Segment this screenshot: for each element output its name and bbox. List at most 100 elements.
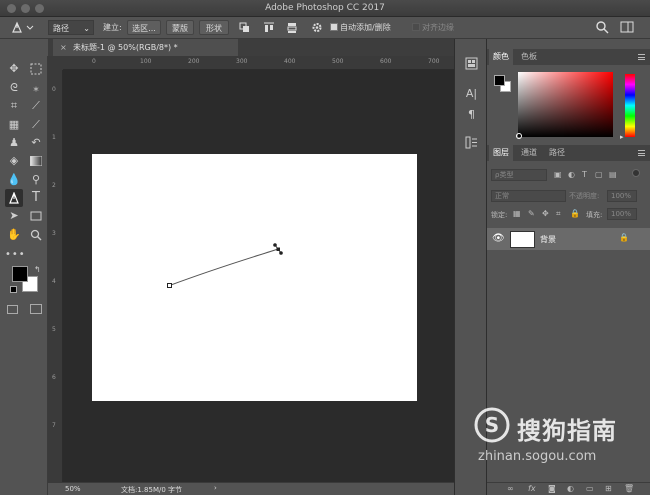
dodge-tool-icon[interactable]: ⚲ (27, 171, 45, 189)
document-canvas[interactable] (92, 154, 417, 401)
hue-slider[interactable] (625, 74, 635, 137)
marquee-tool-icon[interactable] (27, 60, 45, 78)
healing-brush-tool-icon[interactable]: ▦ (5, 116, 23, 134)
eyedropper-tool-icon[interactable]: ⟋ (27, 97, 45, 115)
new-group-icon[interactable]: ▭ (586, 484, 594, 493)
document-tab-strip: × 未标题-1 @ 50%(RGB/8*) * (48, 39, 454, 56)
move-tool-icon[interactable]: ✥ (5, 60, 23, 78)
auto-add-delete-checkbox[interactable]: 自动添加/删除 (330, 20, 391, 35)
make-mask-button[interactable]: 蒙版 (166, 20, 194, 35)
layer-row[interactable]: 👁 背景 🔒 (487, 228, 650, 250)
lock-artboard-icon[interactable]: ⌗ (556, 209, 561, 219)
pen-mode-dropdown[interactable]: 路径 ⌄ (48, 20, 94, 35)
type-filter-icon[interactable]: T (582, 170, 587, 179)
status-bar: 50% 文档:1.85M/0 字节 › (48, 482, 454, 495)
lock-image-icon[interactable]: ✎ (528, 209, 535, 218)
gradient-tool-icon[interactable] (27, 152, 45, 170)
paragraph-panel-icon[interactable]: ¶ (463, 106, 480, 123)
layer-filter-kind-dropdown[interactable]: ρ类型 (491, 169, 547, 181)
type-tool-icon[interactable]: T (27, 189, 45, 207)
anchor-point-selected[interactable] (276, 247, 281, 252)
ruler-origin[interactable] (48, 56, 63, 70)
path-arrangement-icon[interactable] (285, 20, 299, 35)
clone-stamp-tool-icon[interactable]: ♟ (5, 134, 23, 152)
rectangle-tool-icon[interactable] (27, 207, 45, 225)
tab-channels[interactable]: 通道 (517, 145, 541, 161)
search-icon[interactable] (595, 20, 609, 35)
ruler-tick-label: 500 (332, 58, 344, 65)
workspace-switcher-icon[interactable] (620, 20, 634, 35)
tab-color[interactable]: 颜色 (489, 49, 513, 65)
document-tab[interactable]: × 未标题-1 @ 50%(RGB/8*) * (53, 39, 238, 56)
quick-mask-icon[interactable] (7, 305, 18, 314)
panel-menu-icon[interactable] (638, 150, 645, 156)
properties-panel-icon[interactable] (463, 134, 480, 151)
zoom-level[interactable]: 50% (65, 485, 81, 493)
gear-icon[interactable] (311, 20, 323, 35)
color-picker-cursor[interactable] (516, 133, 522, 139)
crop-tool-icon[interactable]: ⌗ (5, 97, 23, 115)
pen-path[interactable] (92, 154, 417, 401)
brush-tool-icon[interactable]: ⟋ (27, 116, 45, 134)
layer-lock-icon: 🔒 (619, 233, 629, 242)
direction-handle[interactable] (279, 251, 283, 255)
smart-object-filter-icon[interactable]: ▤ (609, 170, 617, 179)
horizontal-ruler[interactable]: 0100200300400500600700800 (63, 56, 487, 70)
anchor-point[interactable] (167, 283, 172, 288)
blend-mode-dropdown[interactable]: 正常 (491, 190, 566, 202)
vertical-ruler[interactable]: 0 1 2 3 4 5 6 7 (48, 70, 63, 482)
history-brush-tool-icon[interactable]: ↶ (27, 134, 45, 152)
blur-tool-icon[interactable]: 💧 (5, 171, 23, 189)
zoom-tool-icon[interactable] (27, 226, 45, 244)
lock-all-icon[interactable]: 🔒 (570, 209, 580, 218)
add-mask-icon[interactable]: ◙ (548, 484, 556, 493)
status-menu-arrow-icon[interactable]: › (214, 484, 217, 492)
layer-style-icon[interactable]: fx (528, 484, 536, 493)
eraser-tool-icon[interactable]: ◈ (5, 152, 23, 170)
layer-name[interactable]: 背景 (540, 234, 556, 245)
color-spectrum-field[interactable] (518, 72, 613, 137)
swap-colors-icon[interactable]: ↰ (34, 265, 41, 274)
pixel-filter-icon[interactable]: ▣ (554, 170, 562, 179)
pen-tool-preset-picker[interactable] (8, 20, 38, 35)
lock-transparent-icon[interactable]: ▦ (513, 209, 521, 218)
libraries-icon[interactable] (463, 55, 480, 72)
lasso-tool-icon[interactable]: ᘓ (5, 79, 23, 97)
path-segment[interactable] (169, 248, 279, 286)
adjustment-filter-icon[interactable]: ◐ (568, 170, 575, 179)
filter-toggle-icon[interactable] (632, 169, 640, 177)
link-layers-icon[interactable]: ∞ (507, 484, 514, 493)
pen-tool-icon[interactable] (5, 189, 23, 207)
layer-thumbnail (510, 231, 535, 248)
visibility-eye-icon[interactable]: 👁 (492, 233, 505, 244)
path-alignment-icon[interactable] (262, 20, 276, 35)
align-edges-checkbox[interactable]: 对齐边缘 (412, 20, 454, 35)
new-layer-icon[interactable]: ⊞ (605, 484, 612, 493)
default-colors-icon[interactable] (10, 286, 17, 293)
make-selection-button[interactable]: 选区... (127, 20, 161, 35)
adjustment-layer-icon[interactable]: ◐ (567, 484, 574, 493)
shape-filter-icon[interactable]: ▢ (595, 170, 603, 179)
tab-paths[interactable]: 路径 (545, 145, 569, 161)
path-selection-tool-icon[interactable]: ➤ (5, 207, 23, 225)
opacity-field[interactable]: 100% (607, 190, 637, 202)
foreground-color-swatch[interactable] (12, 266, 28, 282)
tab-layers[interactable]: 图层 (489, 145, 513, 161)
panel-menu-icon[interactable] (638, 54, 645, 60)
delete-layer-icon[interactable]: 🗑 (624, 484, 634, 493)
direction-handle[interactable] (273, 243, 277, 247)
hand-tool-icon[interactable]: ✋ (5, 226, 23, 244)
fill-field[interactable]: 100% (607, 208, 637, 220)
hue-slider-thumb-icon[interactable]: ▸ (620, 133, 624, 141)
lock-position-icon[interactable]: ✥ (542, 209, 549, 218)
magic-wand-tool-icon[interactable]: ⁎ (27, 79, 45, 97)
close-tab-icon[interactable]: × (60, 39, 67, 56)
path-operations-icon[interactable] (238, 20, 252, 35)
more-tools-icon[interactable]: ••• (5, 246, 25, 264)
screen-mode-icon[interactable] (30, 304, 42, 314)
color-panel-foreground-swatch[interactable] (494, 75, 505, 86)
character-panel-icon[interactable]: A| (463, 85, 480, 102)
make-shape-button[interactable]: 形状 (199, 20, 229, 35)
tab-swatches[interactable]: 色板 (517, 49, 541, 65)
sogou-logo-icon: S (474, 407, 510, 443)
